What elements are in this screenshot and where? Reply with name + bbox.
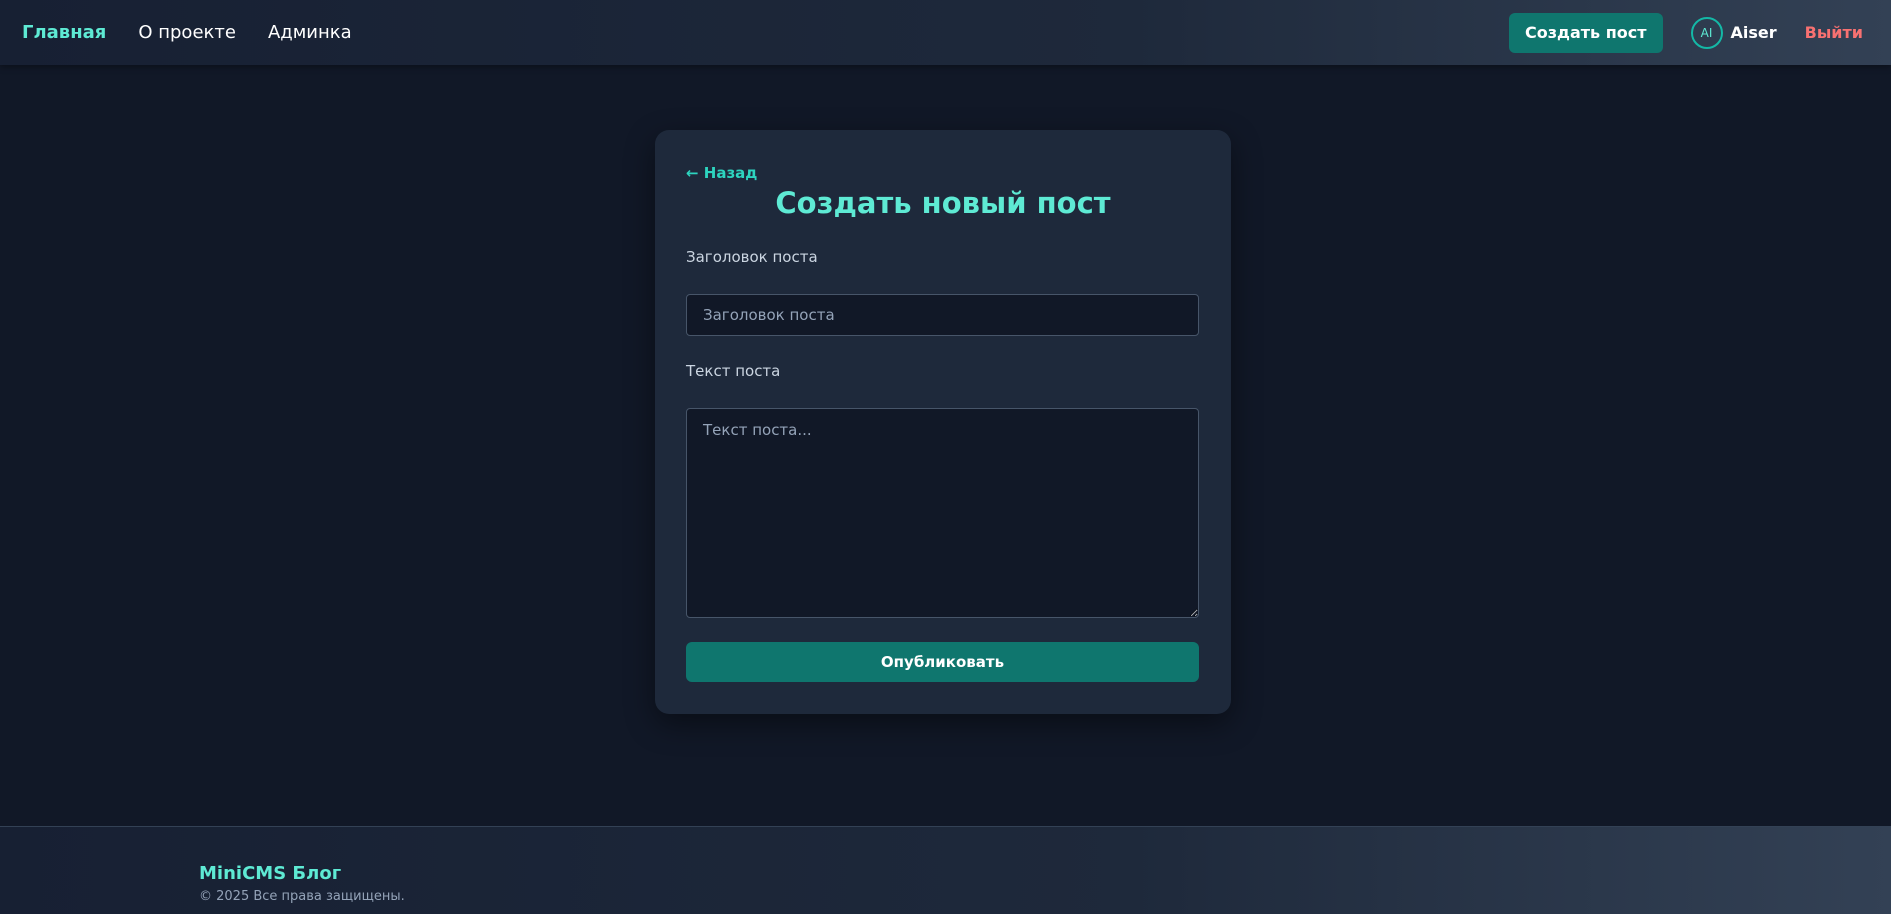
logout-link[interactable]: Выйти [1805, 23, 1863, 42]
nav-link-about[interactable]: О проекте [138, 22, 236, 43]
nav-link-admin[interactable]: Админка [268, 22, 352, 43]
footer: MiniCMS Блог © 2025 Все права защищены. [0, 826, 1891, 914]
create-post-button[interactable]: Создать пост [1508, 12, 1663, 53]
user-area: Создать пост AI Aiser Выйти [1508, 0, 1863, 65]
post-body-textarea[interactable] [686, 408, 1199, 618]
page-title: Создать новый пост [775, 186, 1111, 220]
publish-button[interactable]: Опубликовать [686, 642, 1199, 682]
nav-link-home[interactable]: Главная [22, 22, 106, 43]
post-title-input[interactable] [686, 294, 1199, 336]
username[interactable]: Aiser [1731, 23, 1777, 42]
create-post-card: ← Назад Создать новый пост Заголовок пос… [655, 130, 1231, 714]
avatar[interactable]: AI [1690, 16, 1723, 49]
footer-brand: MiniCMS Блог [199, 863, 342, 884]
main-nav: Главная О проекте Админка [22, 0, 384, 65]
back-link[interactable]: ← Назад [686, 164, 757, 182]
top-navbar: Главная О проекте Админка Создать пост A… [0, 0, 1891, 65]
post-body-label: Текст поста [686, 362, 781, 380]
post-title-label: Заголовок поста [686, 248, 818, 266]
footer-copyright: © 2025 Все права защищены. [199, 889, 405, 904]
